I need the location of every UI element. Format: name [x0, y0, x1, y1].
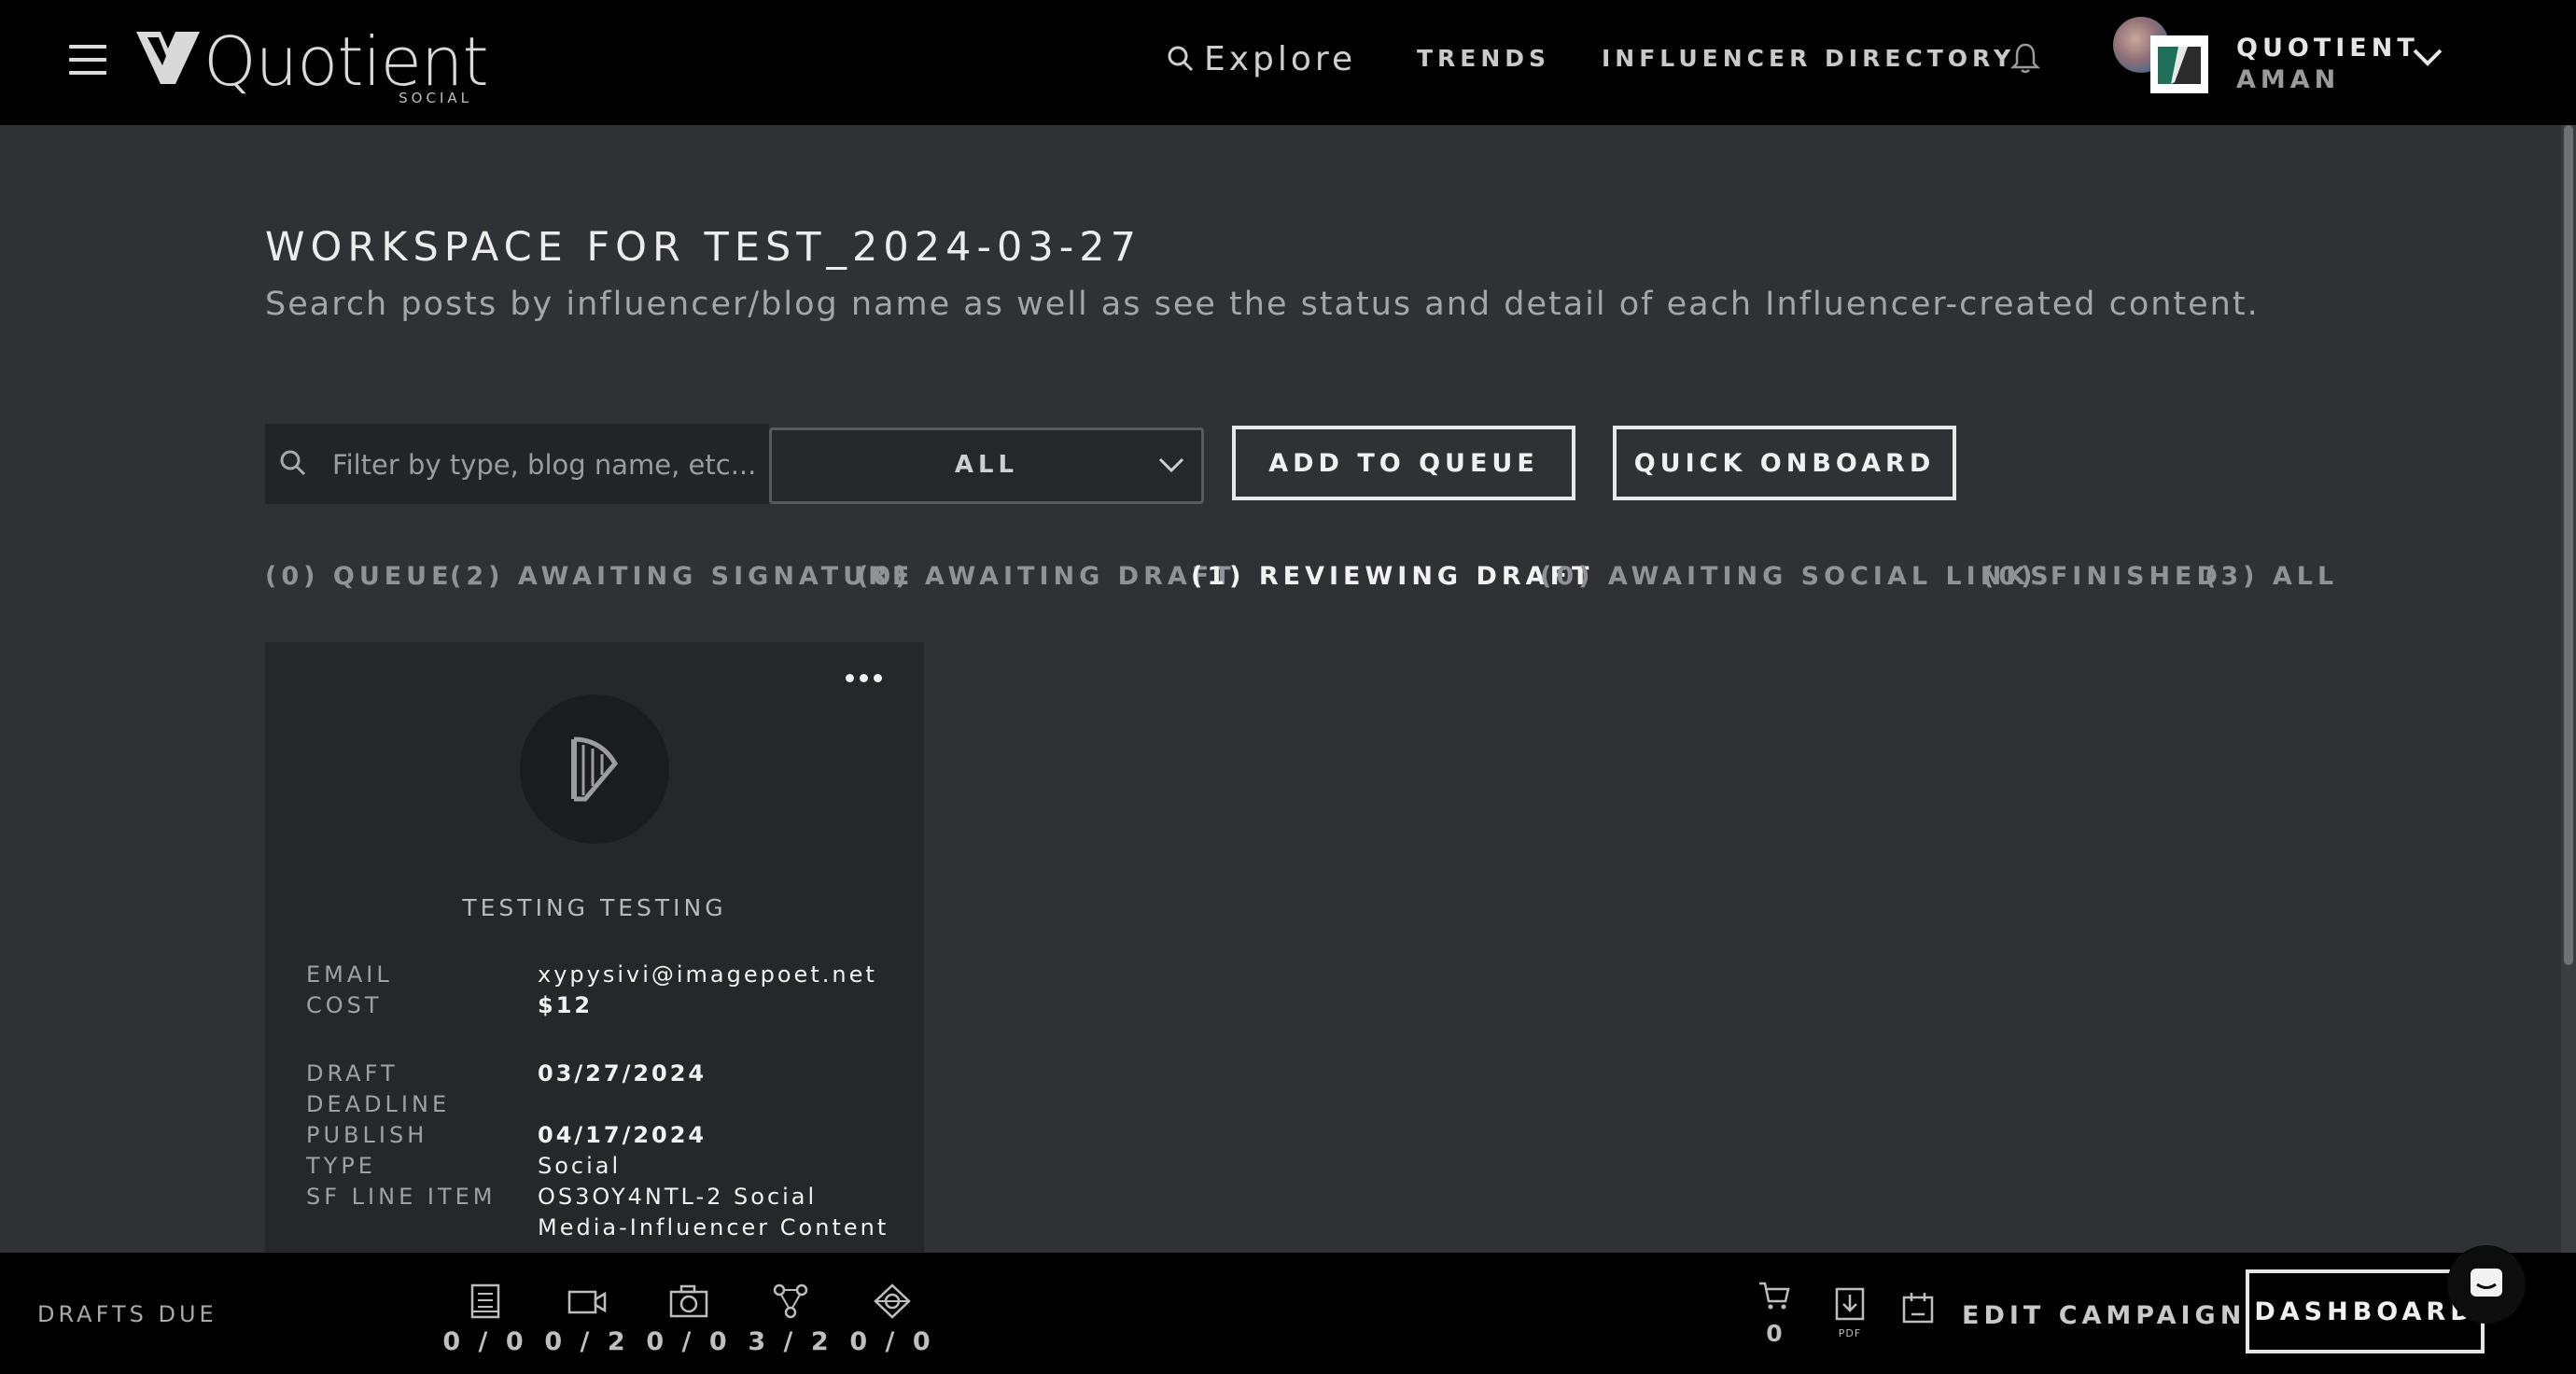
brand-logo-icon	[2158, 47, 2201, 84]
user-name[interactable]: AMAN	[2236, 65, 2340, 94]
draft-deadline-value: 03/27/2024	[538, 1060, 707, 1087]
type-value: Social	[538, 1153, 622, 1179]
camera-icon	[669, 1284, 708, 1318]
nav-explore[interactable]: Explore	[1167, 35, 1356, 82]
tab-all[interactable]: (3) ALL	[2205, 562, 2338, 591]
draft-deadline-label-2: DEADLINE	[306, 1091, 451, 1117]
publish-label: PUBLISH	[306, 1122, 428, 1148]
avatar[interactable]	[2113, 17, 2210, 95]
tab-awaiting-signature[interactable]: (2) AWAITING SIGNATURE	[450, 562, 914, 591]
channel-icon	[874, 1283, 911, 1319]
type-label: TYPE	[306, 1153, 376, 1179]
chevron-down-icon	[1158, 457, 1184, 473]
influencer-card[interactable]: TESTING TESTING EMAIL xypysivi@imagepoet…	[265, 642, 924, 1258]
search-icon	[280, 450, 306, 476]
drafts-due-label: DRAFTS DUE	[37, 1301, 217, 1327]
status-filter-select[interactable]: ALL	[769, 428, 1204, 504]
download-pdf-button[interactable]: PDF	[1831, 1286, 1869, 1339]
page-subtitle: Search posts by influencer/blog name as …	[265, 286, 2260, 323]
tab-reviewing-draft[interactable]: (1) REVIEWING DRAFT	[1191, 562, 1593, 591]
harp-icon	[571, 736, 619, 802]
add-to-queue-button[interactable]: ADD TO QUEUE	[1232, 426, 1575, 500]
account-name[interactable]: QUOTIENT	[2236, 34, 2419, 63]
quotient-logo[interactable]: Quotient SOCIAL	[136, 24, 489, 106]
cost-value: $12	[538, 992, 594, 1018]
edit-campaign-icon[interactable]	[1900, 1290, 1936, 1325]
chat-icon	[2471, 1269, 2502, 1297]
status-filter-value: ALL	[954, 451, 1019, 479]
email-label: EMAIL	[306, 961, 393, 988]
cart-count: 0	[1766, 1320, 1783, 1347]
email-value: xypysivi@imagepoet.net	[538, 961, 877, 988]
search-icon	[1168, 46, 1194, 72]
influencer-avatar	[520, 694, 669, 844]
chevron-down-icon[interactable]	[2412, 47, 2443, 67]
tab-awaiting-social-links[interactable]: (0) AWAITING SOCIAL LINKS	[1540, 562, 2053, 591]
bottom-bar: DRAFTS DUE 0 / 0 0 / 2 0 / 0 3 / 2 0 / 0…	[0, 1253, 2576, 1374]
stat-channels: 0 / 0	[846, 1283, 939, 1356]
edit-campaign-button[interactable]: EDIT CAMPAIGN	[1962, 1301, 2246, 1330]
sf-line-item-label: SF LINE ITEM	[306, 1184, 497, 1210]
tab-finished[interactable]: (0) FINISHED	[1982, 562, 2222, 591]
stat-videos-value: 0 / 2	[544, 1327, 630, 1356]
sf-line-item-value: OS3OY4NTL-2 Social	[538, 1184, 818, 1210]
quotient-logo-mark-icon	[136, 32, 200, 84]
logo-subtitle: SOCIAL	[399, 90, 472, 106]
stat-videos: 0 / 2	[540, 1283, 634, 1356]
cart-icon	[1759, 1282, 1790, 1310]
menu-icon[interactable]	[69, 43, 106, 77]
stat-blog-posts-value: 0 / 0	[442, 1327, 528, 1356]
page-scrollbar[interactable]	[2561, 125, 2576, 1253]
sf-line-item-value-2: Media-Influencer Content	[538, 1214, 889, 1241]
chat-launcher[interactable]	[2447, 1245, 2526, 1324]
nav-influencer-directory[interactable]: INFLUENCER DIRECTORY	[1602, 45, 2015, 72]
stat-photos-value: 0 / 0	[646, 1327, 732, 1356]
search-input[interactable]	[330, 424, 763, 506]
stat-channels-value: 0 / 0	[849, 1327, 935, 1356]
draft-deadline-label: DRAFT	[306, 1060, 399, 1087]
download-icon	[1835, 1287, 1865, 1321]
influencer-name: TESTING TESTING	[462, 894, 727, 921]
stat-social-posts: 3 / 2	[744, 1283, 837, 1356]
search-box	[265, 424, 769, 506]
brand-badge	[2150, 35, 2208, 93]
blog-post-icon	[470, 1283, 500, 1319]
social-share-icon	[773, 1283, 808, 1319]
quick-onboard-button[interactable]: QUICK ONBOARD	[1613, 426, 1956, 500]
logo-wordmark: Quotient	[203, 22, 489, 101]
cart-button[interactable]: 0	[1755, 1281, 1794, 1347]
publish-value: 04/17/2024	[538, 1122, 707, 1148]
bell-icon[interactable]	[2010, 41, 2040, 75]
nav-trends[interactable]: TRENDS	[1417, 45, 1550, 72]
top-nav-bar: Quotient SOCIAL Explore TRENDS INFLUENCE…	[0, 0, 2576, 125]
tab-queue[interactable]: (0) QUEUE	[265, 562, 454, 591]
scrollbar-thumb[interactable]	[2564, 125, 2573, 965]
tab-awaiting-draft[interactable]: (0) AWAITING DRAFT	[857, 562, 1236, 591]
video-icon	[567, 1290, 607, 1314]
stat-social-posts-value: 3 / 2	[748, 1327, 833, 1356]
stat-blog-posts: 0 / 0	[439, 1283, 532, 1356]
stat-photos: 0 / 0	[642, 1283, 735, 1356]
cost-label: COST	[306, 992, 383, 1018]
nav-explore-label: Explore	[1204, 39, 1357, 78]
pdf-label: PDF	[1838, 1327, 1862, 1339]
page-title: WORKSPACE FOR TEST_2024-03-27	[265, 224, 1141, 271]
more-options-icon[interactable]	[846, 672, 883, 683]
